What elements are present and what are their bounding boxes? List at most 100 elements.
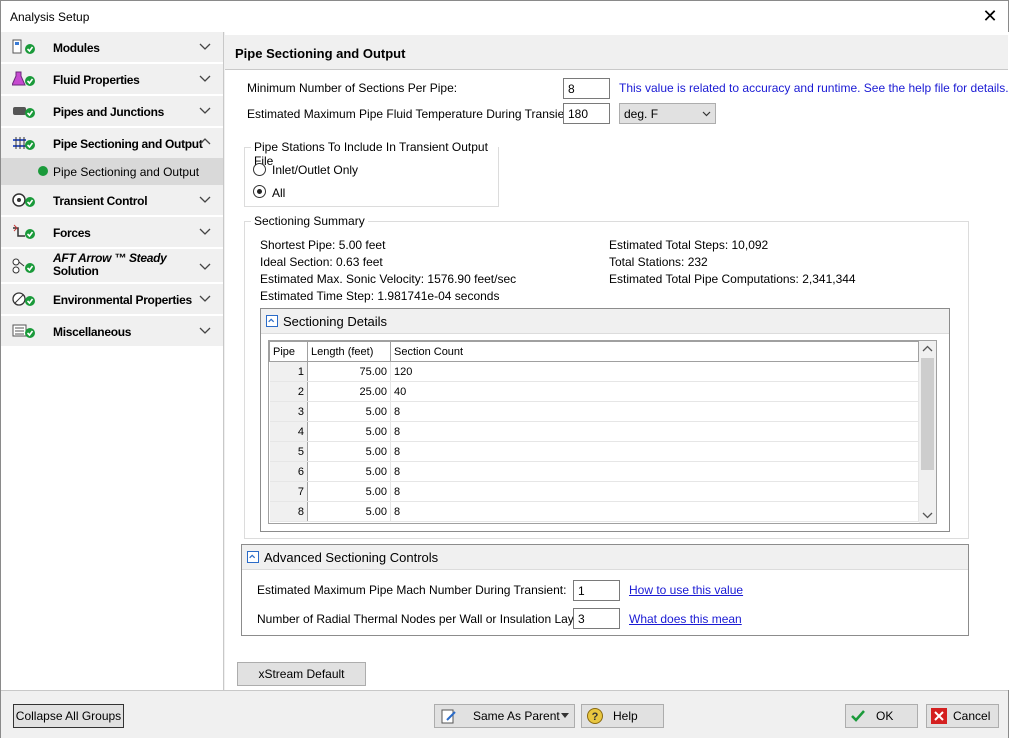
sidebar-group-modules[interactable]: Modules (1, 32, 223, 63)
cell-length: 5.00 (307, 461, 391, 482)
sidebar-group-label: Modules (53, 41, 100, 55)
window-title: Analysis Setup (10, 10, 90, 24)
sidebar-subitem-label: Pipe Sectioning and Output (53, 165, 200, 179)
advanced-sectioning-header[interactable]: Advanced Sectioning Controls (242, 545, 968, 570)
scroll-up-icon[interactable] (922, 345, 933, 353)
document-edit-icon (441, 709, 456, 724)
cell-section-count: 8 (390, 401, 919, 422)
sidebar-group-forces[interactable]: Forces (1, 217, 223, 248)
radial-nodes-input[interactable]: 3 (573, 608, 620, 629)
sidebar-group-transient-control[interactable]: Transient Control (1, 185, 223, 216)
svg-text:?: ? (592, 711, 599, 723)
time-step-text: Estimated Time Step: 1.981741e-04 second… (260, 289, 500, 303)
all-stations-label: All (272, 186, 286, 200)
col-header-section-count[interactable]: Section Count (390, 341, 919, 362)
inlet-outlet-radio[interactable] (253, 163, 266, 176)
min-sections-input[interactable]: 8 (563, 78, 610, 99)
chevron-down-icon (199, 295, 211, 302)
details-scrollbar[interactable] (919, 341, 936, 523)
sidebar-group-environmental-properties[interactable]: Environmental Properties (1, 284, 223, 315)
sidebar-group-label: Miscellaneous (53, 325, 132, 339)
shortest-pipe-text: Shortest Pipe: 5.00 feet (260, 238, 386, 252)
same-as-parent-label: Same As Parent (473, 709, 560, 723)
table-row[interactable]: 7 5.00 8 (269, 481, 919, 502)
col-header-length[interactable]: Length (feet) (307, 341, 391, 362)
sidebar-group-miscellaneous[interactable]: Miscellaneous (1, 316, 223, 347)
collapse-icon[interactable] (266, 315, 278, 327)
chevron-up-icon (199, 138, 211, 145)
table-row[interactable]: 1 75.00 120 (269, 361, 919, 382)
chevron-down-icon (199, 228, 211, 235)
sectioning-summary-group: Sectioning Summary Shortest Pipe: 5.00 f… (244, 214, 969, 539)
sidebar-group-pipe-sectioning[interactable]: Pipe Sectioning and Output (1, 128, 223, 159)
sectioning-details-header[interactable]: Sectioning Details (261, 309, 949, 334)
help-button[interactable]: ? Help (581, 704, 664, 728)
cancel-button[interactable]: Cancel (926, 704, 999, 728)
cell-pipe: 8 (269, 501, 308, 522)
collapse-all-groups-button[interactable]: Collapse All Groups (13, 704, 124, 728)
cell-pipe: 5 (269, 441, 308, 462)
dropdown-arrow-icon[interactable] (561, 713, 569, 719)
title-bar: Analysis Setup ✕ (1, 1, 1008, 32)
table-row[interactable]: 4 5.00 8 (269, 421, 919, 442)
how-to-use-link[interactable]: How to use this value (629, 583, 743, 597)
transient-icon (12, 193, 35, 207)
sidebar-group-label: Pipe Sectioning and Output (53, 137, 203, 151)
cell-pipe: 7 (269, 481, 308, 502)
mach-number-label: Estimated Maximum Pipe Mach Number Durin… (257, 583, 567, 597)
xstream-default-button[interactable]: xStream Default (237, 662, 366, 686)
what-does-this-mean-link[interactable]: What does this mean (629, 612, 742, 626)
sectioning-details-title: Sectioning Details (283, 314, 388, 329)
section-header: Pipe Sectioning and Output (225, 35, 1008, 70)
scroll-down-icon[interactable] (922, 511, 933, 519)
sidebar-group-label: AFT Arrow ™ Steady Solution (53, 252, 167, 278)
details-table: Pipe Length (feet) Section Count 1 75.00 1… (269, 341, 919, 522)
table-row[interactable]: 5 5.00 8 (269, 441, 919, 462)
misc-icon (12, 324, 35, 338)
page-title: Pipe Sectioning and Output (235, 46, 406, 61)
pipe-icon (13, 107, 35, 118)
table-row[interactable]: 3 5.00 8 (269, 401, 919, 422)
close-icon[interactable]: ✕ (980, 6, 1000, 26)
collapse-icon[interactable] (247, 551, 259, 563)
sidebar-subitem-pipe-sectioning[interactable]: Pipe Sectioning and Output (1, 158, 223, 185)
mach-number-input[interactable]: 1 (573, 580, 620, 601)
cell-pipe: 2 (269, 381, 308, 402)
all-stations-radio[interactable] (253, 185, 266, 198)
sectioning-details-grid[interactable]: Pipe Length (feet) Section Count 1 75.00 1… (268, 340, 937, 524)
cell-section-count: 8 (390, 421, 919, 442)
cancel-label: Cancel (953, 709, 991, 723)
help-icon: ? (587, 708, 603, 724)
sectioning-icon (13, 137, 35, 150)
sidebar-group-label: Pipes and Junctions (53, 105, 164, 119)
analysis-setup-window: Analysis Setup ✕ Modules Fluid Propertie… (0, 0, 1009, 738)
chevron-down-icon (702, 111, 711, 117)
chevron-down-icon (199, 43, 211, 50)
table-row[interactable]: 2 25.00 40 (269, 381, 919, 402)
ok-button[interactable]: OK (845, 704, 918, 728)
flask-icon (12, 71, 35, 86)
max-temp-input[interactable]: 180 (563, 103, 610, 124)
sidebar-group-fluid-properties[interactable]: Fluid Properties (1, 64, 223, 95)
total-stations-text: Total Stations: 232 (609, 255, 708, 269)
same-as-parent-button[interactable]: Same As Parent (434, 704, 575, 728)
environment-icon (12, 292, 35, 306)
sidebar-group-aft-arrow-steady-solution[interactable]: AFT Arrow ™ Steady Solution (1, 249, 223, 283)
sidebar-group-pipes-and-junctions[interactable]: Pipes and Junctions (1, 96, 223, 127)
aft-arrow-label: AFT Arrow ™ Steady (53, 251, 167, 265)
checkmark-icon (851, 710, 865, 722)
help-label: Help (613, 709, 638, 723)
max-temp-label: Estimated Maximum Pipe Fluid Temperature… (247, 107, 578, 121)
cell-section-count: 40 (390, 381, 919, 402)
scroll-thumb[interactable] (921, 358, 934, 470)
table-row[interactable]: 8 5.00 8 (269, 501, 919, 522)
total-steps-text: Estimated Total Steps: 10,092 (609, 238, 769, 252)
temp-unit-select[interactable]: deg. F (619, 103, 716, 124)
main-panel: Pipe Sectioning and Output Minimum Numbe… (225, 32, 1009, 690)
cell-pipe: 4 (269, 421, 308, 442)
cell-section-count: 8 (390, 501, 919, 522)
col-header-pipe[interactable]: Pipe (269, 341, 308, 362)
cell-section-count: 8 (390, 441, 919, 462)
table-row[interactable]: 6 5.00 8 (269, 461, 919, 482)
sectioning-details-panel: Sectioning Details Pipe Length (feet) Se… (260, 308, 950, 532)
